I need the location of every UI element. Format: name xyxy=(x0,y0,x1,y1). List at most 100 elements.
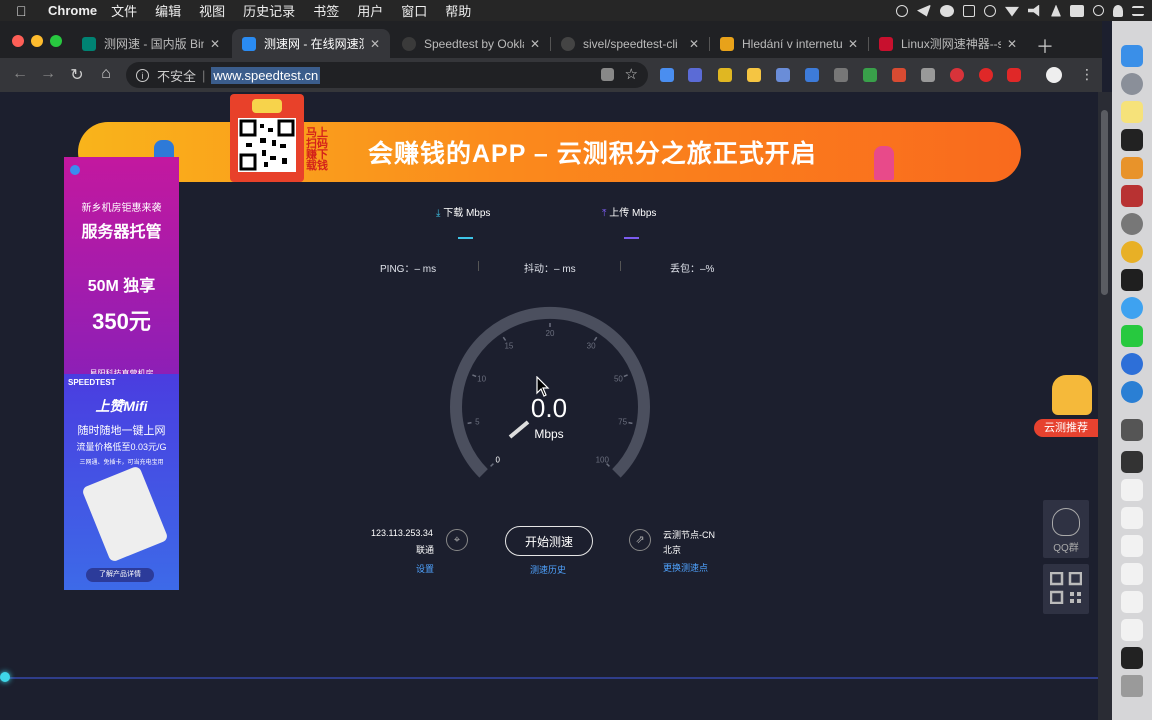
send-icon[interactable] xyxy=(917,4,931,17)
chrome-menu-icon[interactable]: ⋮ xyxy=(1080,66,1094,83)
menu-history[interactable]: 历史记录 xyxy=(243,1,295,20)
close-tab-icon[interactable]: ✕ xyxy=(528,37,542,51)
system-preferences-icon[interactable] xyxy=(1121,213,1143,235)
apple-menu-icon[interactable]:  xyxy=(16,3,36,19)
window-thumbnail-icon[interactable] xyxy=(1121,419,1143,441)
eject-icon[interactable] xyxy=(1051,4,1061,17)
extension-icon[interactable] xyxy=(892,68,906,82)
scrobbler-icon[interactable] xyxy=(1070,4,1084,17)
window-thumbnail-icon[interactable] xyxy=(1121,619,1143,641)
flighty-icon[interactable] xyxy=(1121,297,1143,319)
extension-icon[interactable] xyxy=(805,68,819,82)
menu-people[interactable]: 用户 xyxy=(357,1,383,20)
recommend-widget[interactable]: 云测推荐 xyxy=(1034,375,1098,440)
extension-icon[interactable] xyxy=(688,68,702,82)
record-icon[interactable] xyxy=(896,4,908,17)
vpn-icon[interactable] xyxy=(984,4,996,17)
menu-bookmarks[interactable]: 书签 xyxy=(313,1,339,20)
close-tab-icon[interactable]: ✕ xyxy=(208,37,222,51)
upload-header[interactable]: ⤒ 上传 Mbps xyxy=(602,204,656,219)
user-icon[interactable] xyxy=(1113,4,1123,17)
mifi-ad[interactable]: SPEEDTEST 上赞Mifi 随时随地一键上网 流量价格低至0.03元/G … xyxy=(64,374,179,590)
sublime-text-icon[interactable] xyxy=(1121,157,1143,179)
extension-icon[interactable] xyxy=(660,68,674,82)
wifi-icon[interactable] xyxy=(1005,6,1019,17)
volume-icon[interactable] xyxy=(1028,4,1040,17)
scrollbar-thumb[interactable] xyxy=(1101,110,1108,295)
menu-help[interactable]: 帮助 xyxy=(445,1,471,20)
url-text[interactable]: www.speedtest.cn xyxy=(211,66,321,84)
bookmark-star-icon[interactable]: ☆ xyxy=(625,65,638,83)
tab-hledani[interactable]: Hledání v internetu ✕ xyxy=(710,29,868,58)
close-window-button[interactable] xyxy=(12,35,24,47)
window-thumbnail-icon[interactable] xyxy=(1121,479,1143,501)
window-thumbnail-icon[interactable] xyxy=(1121,647,1143,669)
spotlight-search-icon[interactable] xyxy=(1093,5,1104,16)
dictionary-icon[interactable] xyxy=(1121,185,1143,207)
new-tab-button[interactable]: ＋ xyxy=(1036,33,1054,59)
extension-icon[interactable] xyxy=(979,68,993,82)
chrome-icon[interactable] xyxy=(1121,241,1143,263)
back-arrow-icon[interactable]: ← xyxy=(10,65,30,83)
site-settings-icon[interactable] xyxy=(601,68,614,81)
download-header[interactable]: ⤓ 下载 Mbps xyxy=(436,204,490,219)
home-icon[interactable]: ⌂ xyxy=(96,65,116,83)
tab-linux-speedtest[interactable]: Linux测网速神器--sp ✕ xyxy=(869,29,1027,58)
close-tab-icon[interactable]: ✕ xyxy=(687,37,701,51)
close-tab-icon[interactable]: ✕ xyxy=(1005,37,1019,51)
shazam-icon[interactable] xyxy=(940,4,954,17)
close-tab-icon[interactable]: ✕ xyxy=(368,37,382,51)
extension-icon[interactable] xyxy=(776,68,790,82)
window-thumbnail-icon[interactable] xyxy=(1121,507,1143,529)
red-envelope-image[interactable] xyxy=(230,94,304,182)
tab-speedtest-cn[interactable]: 测速网 - 在线网速测试 ✕ xyxy=(232,29,390,58)
tab-github[interactable]: sivel/speedtest-cli ✕ xyxy=(551,29,709,58)
promo-banner[interactable]: 会赚钱的APP – 云测积分之旅正式开启 xyxy=(78,122,1021,182)
extension-icon[interactable] xyxy=(950,68,964,82)
forward-arrow-icon[interactable]: → xyxy=(38,65,58,83)
app-menu-chrome[interactable]: Chrome xyxy=(48,3,97,18)
qr-code-button[interactable] xyxy=(1043,564,1089,614)
window-thumbnail-icon[interactable] xyxy=(1121,591,1143,613)
extension-icon[interactable] xyxy=(747,68,761,82)
address-bar[interactable]: i 不安全 | www.speedtest.cn ☆ xyxy=(126,62,648,88)
notes-icon[interactable] xyxy=(1121,101,1143,123)
window-thumbnail-icon[interactable] xyxy=(1121,563,1143,585)
extension-icon[interactable] xyxy=(718,68,732,82)
trash-icon[interactable] xyxy=(1121,675,1143,697)
info-icon[interactable]: i xyxy=(136,68,149,82)
test-history-link[interactable]: 测速历史 xyxy=(530,563,566,576)
close-tab-icon[interactable]: ✕ xyxy=(846,37,860,51)
tab-bing[interactable]: 测网速 - 国内版 Bing ✕ xyxy=(72,29,230,58)
reload-icon[interactable]: ↻ xyxy=(67,65,87,85)
window-thumbnail-icon[interactable] xyxy=(1121,535,1143,557)
profile-avatar[interactable] xyxy=(1046,67,1062,83)
qq-group-button[interactable]: QQ群 xyxy=(1043,500,1089,558)
ad-detail-button[interactable]: 了解产品详情 xyxy=(86,568,154,582)
zoom-window-button[interactable] xyxy=(50,35,62,47)
markdown-editor-icon[interactable] xyxy=(1121,381,1143,403)
extension-icon[interactable] xyxy=(1007,68,1021,82)
browser-icon[interactable] xyxy=(1121,353,1143,375)
notification-center-icon[interactable] xyxy=(1132,5,1144,16)
minimize-window-button[interactable] xyxy=(31,35,43,47)
hosting-ad[interactable]: 新乡机房钜惠来袭 服务器托管 50M 独享 350元 易阳科技直营机房 xyxy=(64,157,179,378)
change-server-link[interactable]: 更换测速点 xyxy=(663,561,708,574)
menu-window[interactable]: 窗口 xyxy=(401,1,427,20)
extension-icon[interactable] xyxy=(834,68,848,82)
tab-ookla[interactable]: Speedtest by Ookla ✕ xyxy=(392,29,550,58)
start-test-button[interactable]: 开始测速 xyxy=(505,526,593,556)
finder-icon[interactable] xyxy=(1121,45,1143,67)
network-icon[interactable] xyxy=(963,4,975,17)
window-thumbnail-icon[interactable] xyxy=(1121,451,1143,473)
menu-view[interactable]: 视图 xyxy=(199,1,225,20)
extension-icon[interactable] xyxy=(863,68,877,82)
launchpad-icon[interactable] xyxy=(1121,73,1143,95)
menu-file[interactable]: 文件 xyxy=(111,1,137,20)
extension-icon[interactable] xyxy=(921,68,935,82)
menu-edit[interactable]: 编辑 xyxy=(155,1,181,20)
pycharm-icon[interactable] xyxy=(1121,325,1143,347)
terminal-icon[interactable] xyxy=(1121,129,1143,151)
activity-monitor-icon[interactable] xyxy=(1121,269,1143,291)
settings-link[interactable]: 设置 xyxy=(416,562,434,575)
